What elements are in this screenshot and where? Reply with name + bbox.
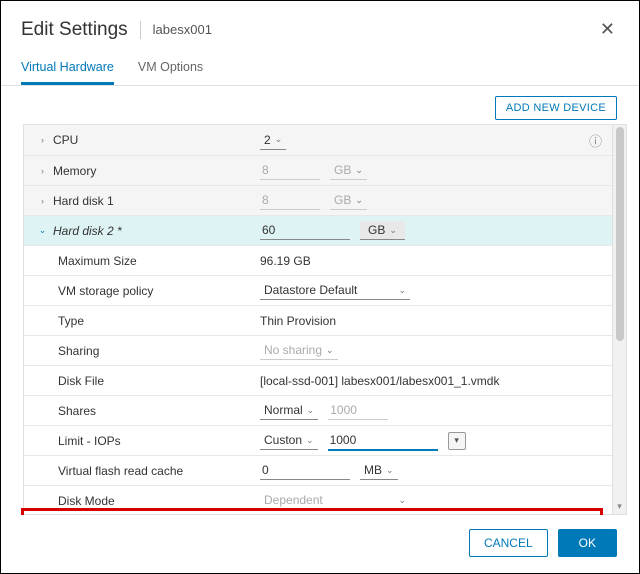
maximum-size-label: Maximum Size [58,254,137,268]
memory-input[interactable] [260,161,320,180]
type-value: Thin Provision [260,314,336,328]
shares-label: Shares [58,404,96,418]
sharing-select[interactable]: No sharing⌄ [260,341,338,360]
hard-disk-2-row[interactable]: ⌄ Hard disk 2 * GB⌄ [24,215,612,245]
hd1-size-input[interactable] [260,191,320,210]
scroll-down-icon[interactable]: ▾ [617,501,622,514]
disk-file-value: [local-ssd-001] labesx001/labesx001_1.vm… [260,374,499,388]
cpu-select[interactable]: 2⌄ [260,131,286,150]
hd2-size-input[interactable] [260,221,350,240]
tab-virtual-hardware[interactable]: Virtual Hardware [21,52,114,85]
hard-disk-1-label: Hard disk 1 [53,194,114,208]
chevron-down-icon: ⌄ [386,465,394,476]
ok-button[interactable]: OK [558,529,617,557]
cancel-button[interactable]: CANCEL [469,529,548,557]
disk-mode-label: Disk Mode [58,494,115,508]
vfrc-input[interactable] [260,461,350,480]
shares-mode-select[interactable]: Normal⌄ [260,401,318,420]
maximum-size-value: 96.19 GB [260,254,311,268]
storage-policy-row: VM storage policy Datastore Default⌄ [24,275,612,305]
title-divider [140,21,141,39]
chevron-right-icon: › [38,135,47,145]
chevron-down-icon: ⌄ [398,495,406,506]
iops-stepper-button[interactable]: ▾ [448,432,466,450]
limit-iops-row: Limit - IOPs Custon⌄ ▾ [24,425,612,455]
chevron-down-icon: ⌄ [38,225,47,236]
limit-iops-label: Limit - IOPs [58,434,121,448]
disk-file-label: Disk File [58,374,104,388]
vertical-scrollbar[interactable]: ▾ [613,124,627,515]
hard-disk-1-row[interactable]: › Hard disk 1 GB⌄ [24,185,612,215]
disk-mode-row: Disk Mode Dependent⌄ [24,485,612,515]
chevron-down-icon: ⌄ [355,195,363,206]
memory-label: Memory [53,164,96,178]
chevron-right-icon: › [38,166,47,176]
sharing-label: Sharing [58,344,99,358]
chevron-down-icon: ⌄ [389,225,397,236]
tab-vm-options[interactable]: VM Options [138,52,203,85]
tab-bar: Virtual Hardware VM Options [1,52,639,86]
storage-policy-select[interactable]: Datastore Default⌄ [260,281,410,300]
virtual-flash-label: Virtual flash read cache [58,464,183,478]
iops-value-input[interactable] [328,431,438,451]
chevron-down-icon: ⌄ [275,134,283,145]
chevron-down-icon: ⌄ [307,405,315,416]
memory-row[interactable]: › Memory GB⌄ [24,155,612,185]
shares-value-input[interactable] [328,401,388,420]
cpu-label: CPU [53,133,78,147]
type-label: Type [58,314,84,328]
scroll-thumb[interactable] [616,127,624,341]
cpu-row[interactable]: › CPU 2⌄ ⓘ [24,125,612,155]
chevron-down-icon: ⌄ [355,165,363,176]
memory-unit-select[interactable]: GB⌄ [330,161,367,180]
maximum-size-row: Maximum Size 96.19 GB [24,245,612,275]
disk-mode-select[interactable]: Dependent⌄ [260,491,410,510]
hard-disk-2-label: Hard disk 2 * [53,224,122,238]
hd1-unit-select[interactable]: GB⌄ [330,191,367,210]
close-icon[interactable]: ✕ [596,15,619,44]
vfrc-unit-select[interactable]: MB⌄ [360,461,398,480]
dialog-title: Edit Settings [21,19,128,41]
chevron-down-icon: ⌄ [398,285,406,296]
chevron-down-icon: ⌄ [306,435,314,446]
shares-row: Shares Normal⌄ [24,395,612,425]
iops-mode-select[interactable]: Custon⌄ [260,431,318,450]
type-row: Type Thin Provision [24,305,612,335]
chevron-down-icon: ⌄ [326,345,334,356]
chevron-right-icon: › [38,196,47,206]
sharing-row: Sharing No sharing⌄ [24,335,612,365]
virtual-flash-row: Virtual flash read cache MB⌄ [24,455,612,485]
storage-policy-label: VM storage policy [58,284,153,298]
add-new-device-button[interactable]: ADD NEW DEVICE [495,96,617,120]
hd2-unit-select[interactable]: GB⌄ [360,221,405,240]
hardware-panel: › CPU 2⌄ ⓘ › Memory [23,124,613,515]
info-icon[interactable]: ⓘ [589,131,602,150]
disk-file-row: Disk File [local-ssd-001] labesx001/labe… [24,365,612,395]
vm-name: labesx001 [153,22,212,37]
